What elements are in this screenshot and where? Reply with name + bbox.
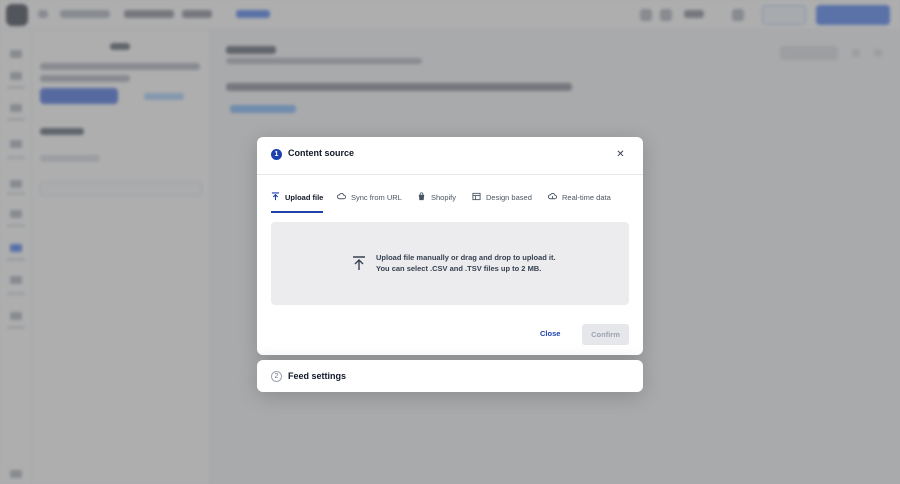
dropzone-file-limits: You can select .CSV and .TSV files up to… — [376, 264, 542, 273]
cloud-sync-icon — [337, 192, 346, 201]
close-icon[interactable]: ✕ — [615, 149, 626, 160]
source-tabs: Upload file Sync from URL Shopify Design… — [271, 192, 629, 213]
tab-shopify[interactable]: Shopify — [417, 192, 457, 213]
tab-label: Design based — [486, 193, 532, 202]
dialog-title: Content source — [288, 148, 355, 158]
step-number-badge: 1 — [271, 149, 282, 160]
feed-settings-step[interactable]: 2 Feed settings — [257, 360, 643, 392]
upload-icon — [351, 255, 367, 271]
tab-label: Sync from URL — [351, 193, 402, 202]
shopify-bag-icon — [417, 192, 426, 201]
tab-label: Real-time data — [562, 193, 611, 202]
step-number-badge: 2 — [271, 371, 282, 382]
file-dropzone[interactable]: Upload file manually or drag and drop to… — [271, 222, 629, 305]
dialog-header: 1 Content source ✕ — [257, 137, 643, 175]
dropzone-instructions: Upload file manually or drag and drop to… — [376, 253, 556, 262]
tab-real-time-data[interactable]: Real-time data — [548, 193, 611, 213]
upload-icon — [271, 192, 280, 201]
layout-icon — [472, 192, 481, 201]
step-title: Feed settings — [288, 371, 347, 381]
tab-label: Upload file — [285, 193, 324, 202]
tab-sync-from-url[interactable]: Sync from URL — [337, 193, 402, 213]
tab-upload-file[interactable]: Upload file — [271, 192, 324, 213]
cloud-realtime-icon — [548, 192, 557, 201]
tab-label: Shopify — [431, 193, 457, 202]
close-button[interactable]: Close — [540, 329, 560, 338]
confirm-button[interactable]: Confirm — [582, 324, 629, 345]
tab-design-based[interactable]: Design based — [472, 192, 532, 213]
content-source-dialog: 1 Content source ✕ Upload file Sync from… — [257, 137, 643, 355]
